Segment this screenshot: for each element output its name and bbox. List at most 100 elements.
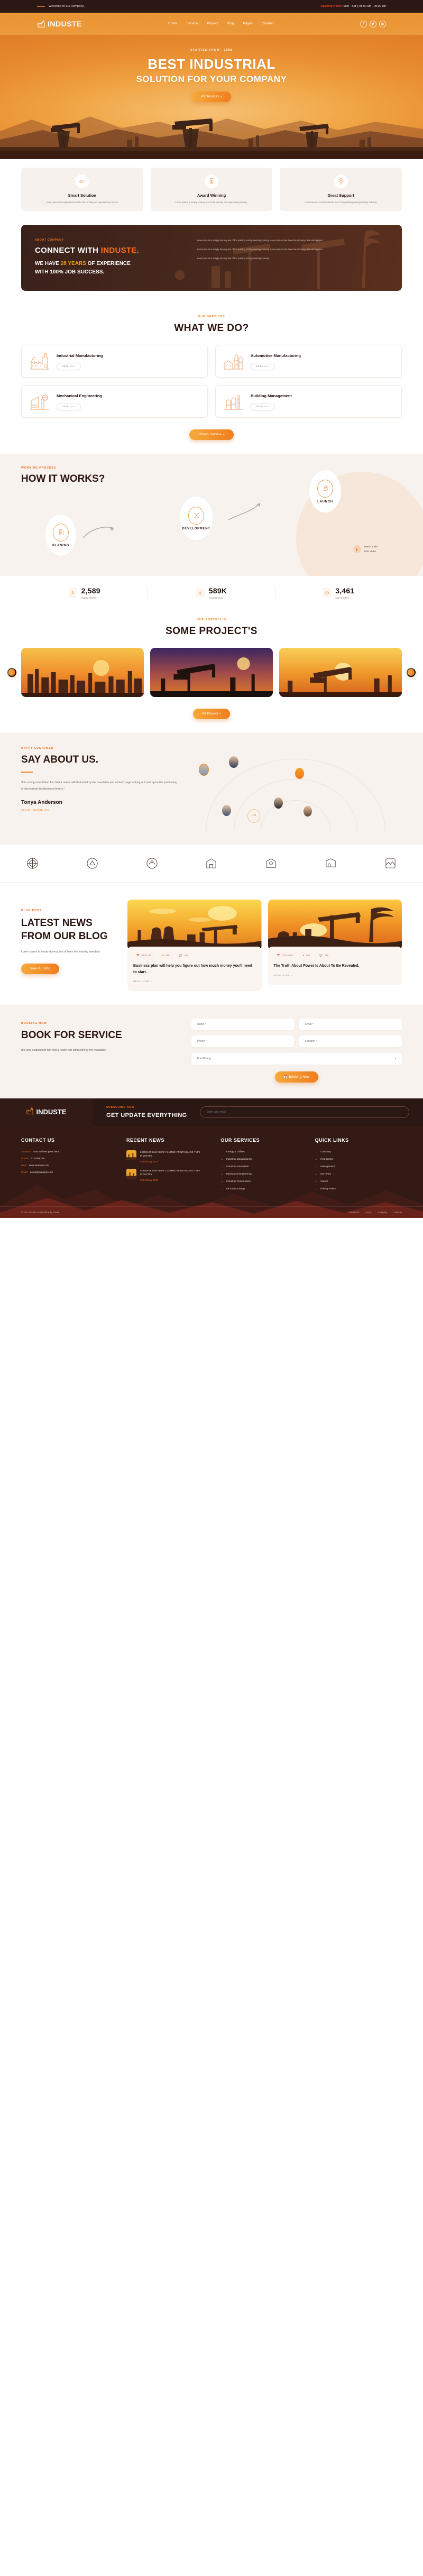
nav-item-blog[interactable]: Blog [227,22,234,25]
name-field[interactable] [191,1018,294,1030]
services-cta-button[interactable]: Others Service » [189,429,234,441]
arrow-right-icon: → [220,1150,223,1153]
nav-item-service[interactable]: Service [186,22,198,25]
client-badge-7-icon[interactable] [384,857,397,869]
step-development[interactable]: DEVELOPMENT [180,497,213,540]
footer-link-label: Our Team [320,1172,332,1175]
footer-service-link[interactable]: → Energy & Utilities [220,1150,307,1153]
footer-news-item[interactable]: LOREM IPSUM SIMPLY DUMME PRINTING AND TY… [126,1150,213,1163]
service-card-mechanical-engineering[interactable]: Mechanical Engineering DETAILS » [21,385,208,418]
nav-item-project[interactable]: Project [207,22,218,25]
footer-service-link[interactable]: → Industrial Manufacturing [220,1158,307,1160]
magnifier-document-icon [53,523,69,542]
blog-thumbnail[interactable] [268,900,402,950]
client-badge-3-icon[interactable] [146,857,158,869]
blog-read-more-link[interactable]: READ MORE » [133,980,152,983]
footer-quick-link[interactable]: → Help Center [315,1158,402,1160]
service-card-building-management[interactable]: Building Management DETAILS » [215,385,402,418]
footer-quick-link[interactable]: → Company [315,1150,402,1153]
facebook-icon[interactable]: f [360,20,367,27]
hero-cta-button[interactable]: All Services » [191,91,232,103]
footer-bottom-link[interactable]: Linkedin [393,1211,402,1214]
nav-item-contact[interactable]: Contact [262,22,274,25]
service-details-button[interactable]: DETAILS » [251,362,275,370]
feature-title: Great Support [327,193,354,198]
nav-item-pages[interactable]: Pages [243,22,253,25]
footer-bottom-link[interactable]: Terms [365,1211,371,1214]
opening-hours: Opening Hours: Mon - Sat || 08:00 am - 0… [320,5,386,8]
blog-thumbnail[interactable] [127,900,262,950]
footer-link-label: Industrial Automation [226,1165,249,1168]
portfolio-slide-1[interactable] [21,648,144,698]
feature-card-great-support[interactable]: Great Support Lorem ipsum is simply dumm… [280,168,402,212]
footer-quick-link[interactable]: → Privacy Policy [315,1187,402,1190]
about-heading: CONNECT WITH INDUSTE. [35,246,186,255]
footer-service-link[interactable]: → Industrial Automation [220,1165,307,1168]
portfolio-cta-button[interactable]: All Project » [193,709,230,720]
service-card-automotive-manufacturing[interactable]: Automotive Manufacturing DETAILS » [215,345,402,378]
client-badge-5-icon[interactable] [265,857,277,869]
primary-nav[interactable]: Home Service Project Blog Pages Contact [168,22,274,25]
blog-card-2[interactable]: 📅 03.02.2021 ♥ 08K 💬 15K The Truth About… [268,900,402,991]
phone-field[interactable] [191,1035,294,1047]
footer-quick-link[interactable]: → Our Team [315,1172,402,1175]
services-grid: Industrial Manufacturing DETAILS » Autom… [21,345,402,418]
feature-card-smart-solution[interactable]: Smart Solution Lorem ipsum is simply dum… [21,168,143,212]
subscribe-email-input[interactable] [199,1106,409,1118]
top-bar: Welcome to our company. Opening Hours: M… [0,0,423,13]
blog-meta: 📅 03.02.2021 ♥ 08K 💬 15K [133,952,256,959]
client-badge-2-icon[interactable] [86,857,98,869]
service-select[interactable]: Fuel Mining [191,1052,402,1065]
portfolio-slide-2[interactable] [150,648,273,698]
counter-happy-clients: 2,589 Happy Clients [21,586,149,600]
service-card-industrial-manufacturing[interactable]: Industrial Manufacturing DETAILS » [21,345,208,378]
blog-likes: 08K [165,954,170,957]
service-details-button[interactable]: DETAILS » [57,362,81,370]
footer-service-link[interactable]: → Mechanical Engineering [220,1172,307,1175]
service-details-button[interactable]: DETAILS » [57,402,81,410]
footer-link-label: Help Center [320,1157,334,1160]
footer-bottom-link[interactable]: Company [378,1211,387,1214]
carousel-next-button[interactable]: › [407,668,416,677]
counter-grid: 2,589 Happy Clients 589K Projects Done 3… [21,586,402,600]
location-field[interactable] [299,1035,402,1047]
feature-card-award-winning[interactable]: Award Winning Lorem ipsum is simply dumm… [150,168,273,212]
twitter-icon[interactable] [369,20,376,27]
step-launch[interactable]: LAUNCH [309,470,341,513]
carousel-prev-button[interactable]: ‹ [7,668,16,677]
play-icon[interactable] [353,545,361,554]
client-badge-4-icon[interactable] [205,857,217,869]
step-planing[interactable]: PLANING [45,515,76,556]
linkedin-icon[interactable] [379,20,386,27]
portfolio-title: SOME PROJECT'S [165,626,258,637]
client-badge-1-icon[interactable] [26,857,39,869]
nav-item-home[interactable]: Home [168,22,177,25]
footer-brand-logo[interactable]: INDUSTE [0,1098,93,1126]
contact-value: Your address goes here. [33,1150,60,1153]
footer-link-label: Oil & Gas Energy [226,1187,245,1190]
email-field[interactable] [299,1018,402,1030]
footer-bottom-link[interactable]: Disclaimer [349,1211,360,1214]
arrow-right-icon: → [220,1179,223,1182]
watch-line-2: Intro Video. [364,549,377,553]
blog-card-1[interactable]: 📅 03.02.2021 ♥ 08K 💬 15K Business plan w… [127,900,262,991]
news-text: LOREM IPSUM SIMPLY DUMME PRINTING AND TY… [140,1150,200,1158]
service-details-button[interactable]: DETAILS » [251,402,275,410]
portfolio-slide-3[interactable] [279,648,402,698]
footer-service-link[interactable]: → Industrial Construction [220,1180,307,1182]
footer-quick-link[interactable]: → Management [315,1165,402,1168]
brand-logo[interactable]: INDUSTE [37,20,82,28]
footer-service-link[interactable]: → Oil & Gas Energy [220,1187,307,1190]
client-badge-6-icon[interactable] [325,857,337,869]
blog-read-more-link[interactable]: READ MORE » [274,974,292,977]
social-links[interactable]: f [360,20,386,27]
step-label: LAUNCH [317,500,333,503]
watch-intro-video[interactable]: Watch 2 min Intro Video. [353,545,378,554]
blog-cta-button[interactable]: View All Blog [21,963,60,974]
footer-news-item[interactable]: LOREM IPSUM SIMPLY DUMME PRINTING AND TY… [126,1168,213,1181]
lightbulb-gear-icon [334,175,348,188]
contact-label: Phone: [21,1157,29,1160]
booking-submit-button[interactable]: 📅 Booking Now [274,1071,319,1083]
footer-quick-link[interactable]: → Career [315,1180,402,1182]
subscribe-title: GET UPDATE EVERYTHING [106,1112,187,1119]
